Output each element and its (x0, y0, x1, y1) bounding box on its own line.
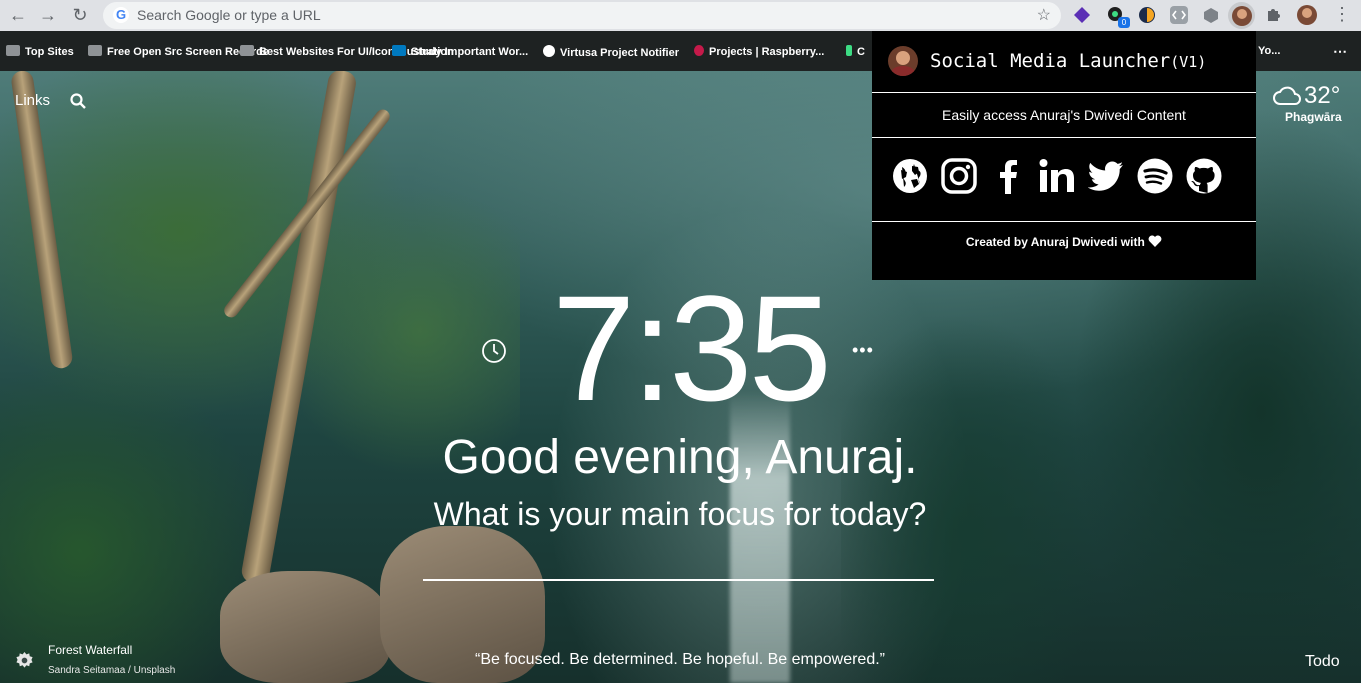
links-button[interactable]: Links (15, 92, 50, 109)
bookmark-projects-raspberry[interactable]: Projects | Raspberry... (694, 45, 830, 59)
globe-icon[interactable] (892, 158, 928, 194)
heart-icon (1148, 235, 1162, 247)
twitter-icon[interactable] (1087, 158, 1124, 194)
extension-purple-icon[interactable] (1073, 6, 1091, 24)
google-icon: G (113, 7, 129, 23)
chrome-menu-icon[interactable]: ⋮ (1333, 4, 1351, 25)
greeting: Good evening, Anuraj. (442, 431, 918, 484)
folder-icon (240, 45, 254, 56)
focus-prompt: What is your main focus for today? (433, 496, 927, 532)
rock (220, 571, 390, 683)
extension-orange-icon[interactable] (1138, 6, 1156, 24)
photo-title[interactable]: Forest Waterfall (48, 643, 132, 657)
address-bar[interactable]: G Search Google or type a URL ☆ (103, 2, 1061, 29)
todo-button[interactable]: Todo (1305, 653, 1340, 671)
bookmark-virtusa-project-notifier[interactable]: Virtusa Project Notifier (543, 45, 683, 59)
forward-arrow-icon[interactable]: → (36, 3, 60, 27)
extension-code-icon[interactable] (1170, 6, 1188, 24)
site-icon (846, 45, 852, 56)
popup-version: (V1) (1170, 53, 1207, 71)
divider (872, 137, 1256, 138)
reload-icon[interactable]: ↻ (68, 3, 92, 27)
bookmark-study-important[interactable]: Study Important Wor... (392, 45, 532, 59)
settings-gear-icon[interactable] (15, 651, 34, 670)
divider (872, 221, 1256, 222)
time-display: 7:35 (552, 264, 832, 432)
profile-avatar[interactable] (1297, 5, 1317, 25)
daily-quote: “Be focused. Be determined. Be hopeful. … (474, 651, 885, 668)
popup-footer: Created by Anuraj Dwivedi with (872, 235, 1256, 249)
bookmark-star-icon[interactable]: ☆ (1037, 5, 1051, 25)
search-icon[interactable] (70, 93, 86, 109)
linkedin-icon[interactable] (1039, 158, 1075, 194)
popup-title: Social Media Launcher(V1) (930, 50, 1207, 72)
photo-credit[interactable]: Sandra Seitamaa / Unsplash (48, 665, 175, 676)
back-arrow-icon[interactable]: ← (6, 3, 30, 27)
facebook-icon[interactable] (990, 158, 1026, 194)
bookmark-c[interactable]: C (846, 45, 872, 59)
trello-icon (392, 45, 406, 56)
more-options-icon[interactable]: ••• (852, 340, 874, 361)
bookmark-top-sites[interactable]: Top Sites (6, 45, 84, 59)
divider (872, 92, 1256, 93)
weather-temperature: 32° (1304, 82, 1341, 109)
raspberry-icon (694, 45, 704, 56)
social-media-launcher-popup: Social Media Launcher(V1) Easily access … (872, 31, 1256, 280)
github-icon[interactable] (1186, 158, 1222, 194)
spotify-icon[interactable] (1137, 158, 1173, 194)
github-icon (543, 45, 555, 57)
folder-icon (88, 45, 102, 56)
folder-icon (6, 45, 20, 56)
more-bookmarks-icon[interactable]: ⋯ (1333, 43, 1347, 60)
extension-cube-icon[interactable] (1202, 6, 1220, 24)
author-avatar (888, 46, 918, 76)
bookmark-yo[interactable]: Yo... (1258, 45, 1298, 59)
popup-subtitle: Easily access Anuraj's Dwivedi Content (942, 107, 1186, 123)
focus-input[interactable] (423, 579, 934, 581)
extensions-puzzle-icon[interactable] (1265, 5, 1283, 28)
address-bar-placeholder: Search Google or type a URL (137, 7, 321, 23)
instagram-icon[interactable] (941, 158, 977, 194)
weather-city: Phagwāra (1285, 110, 1342, 124)
browser-toolbar: ← → ↻ G Search Google or type a URL ☆ 0 … (0, 0, 1361, 31)
social-links (892, 158, 1232, 194)
launcher-avatar-icon (1232, 6, 1252, 26)
extension-badge: 0 (1118, 17, 1130, 28)
cloud-icon (1272, 84, 1302, 111)
social-media-launcher-extension-button[interactable] (1228, 2, 1255, 29)
